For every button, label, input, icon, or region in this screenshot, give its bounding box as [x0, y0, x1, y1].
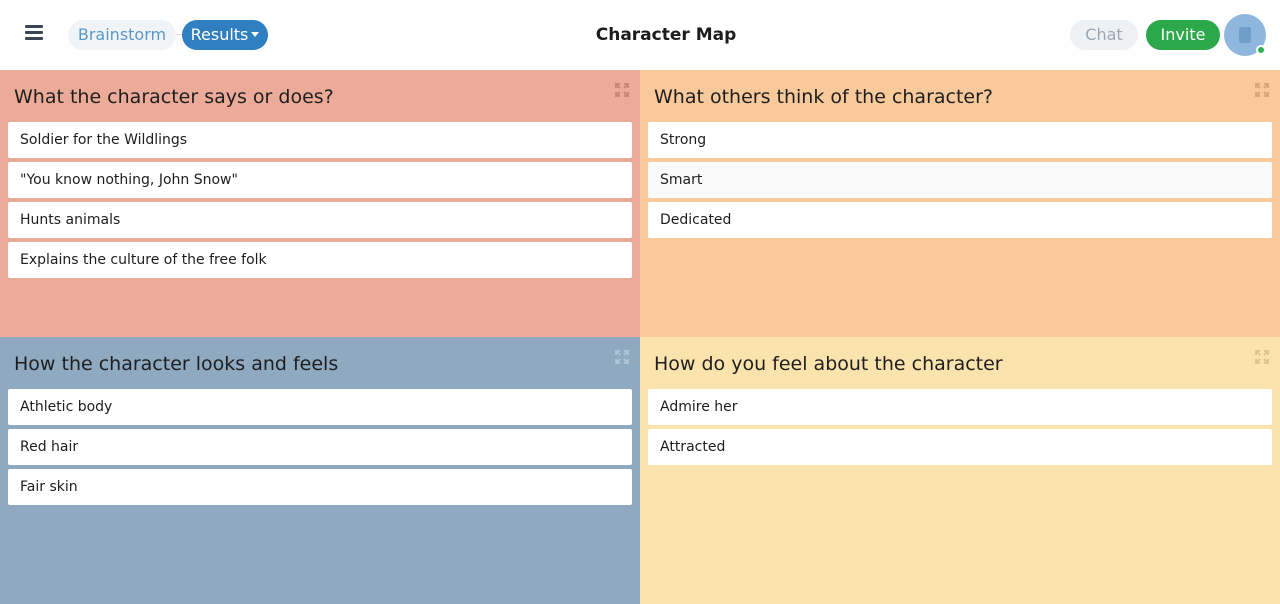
idea-card[interactable]: "You know nothing, John Snow" — [8, 162, 632, 198]
idea-card[interactable]: Strong — [648, 122, 1272, 158]
idea-card[interactable]: Red hair — [8, 429, 632, 465]
quadrant-title: What others think of the character? — [654, 86, 994, 108]
page-title: Character Map — [595, 25, 737, 45]
idea-card[interactable]: Admire her — [648, 389, 1272, 425]
quadrant-others-think: What others think of the character? Stro… — [640, 70, 1280, 337]
avatar[interactable] — [1224, 14, 1266, 56]
idea-card[interactable]: Smart — [648, 162, 1272, 198]
expand-icon[interactable] — [1254, 349, 1270, 365]
quadrant-how-you-feel: How do you feel about the character Admi… — [640, 337, 1280, 604]
brainstorm-step-button[interactable]: Brainstorm — [68, 20, 176, 50]
idea-card[interactable]: Athletic body — [8, 389, 632, 425]
online-status-icon — [1256, 45, 1266, 55]
quadrant-title: What the character says or does? — [14, 86, 334, 108]
hamburger-menu-icon[interactable] — [22, 22, 46, 48]
quadrant-title: How do you feel about the character — [654, 353, 1003, 375]
card-list: Soldier for the Wildlings "You know noth… — [8, 122, 632, 282]
invite-button[interactable]: Invite — [1146, 20, 1220, 50]
expand-icon[interactable] — [614, 349, 630, 365]
results-step-label: Results — [190, 25, 249, 44]
idea-card[interactable]: Fair skin — [8, 469, 632, 505]
top-bar: Brainstorm Results Character Map Chat In… — [0, 0, 1280, 70]
expand-icon[interactable] — [614, 82, 630, 98]
chat-button[interactable]: Chat — [1070, 20, 1138, 50]
caret-down-icon — [251, 32, 260, 37]
idea-card[interactable]: Explains the culture of the free folk — [8, 242, 632, 278]
idea-card[interactable]: Soldier for the Wildlings — [8, 122, 632, 158]
idea-card[interactable]: Dedicated — [648, 202, 1272, 238]
quadrant-says-or-does: What the character says or does? Soldier… — [0, 70, 640, 337]
idea-card[interactable]: Hunts animals — [8, 202, 632, 238]
expand-icon[interactable] — [1254, 82, 1270, 98]
quadrant-looks-and-feels: How the character looks and feels Athlet… — [0, 337, 640, 604]
card-list: Athletic body Red hair Fair skin — [8, 389, 632, 509]
results-step-button[interactable]: Results — [182, 20, 268, 50]
clipboard-icon — [1239, 27, 1251, 43]
card-list: Admire her Attracted — [648, 389, 1272, 469]
card-list: Strong Smart Dedicated — [648, 122, 1272, 242]
idea-card[interactable]: Attracted — [648, 429, 1272, 465]
quadrant-title: How the character looks and feels — [14, 353, 339, 375]
